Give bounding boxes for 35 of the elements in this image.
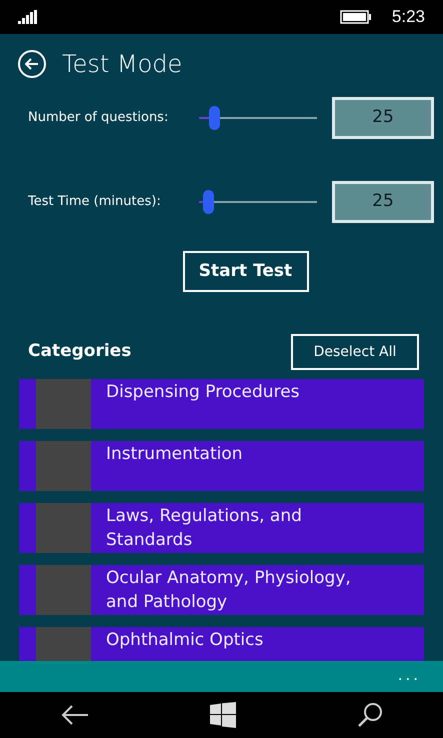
- start-test-button[interactable]: Start Test: [182, 251, 308, 292]
- category-label: Ophthalmic Optics: [105, 629, 264, 652]
- deselect-all-button[interactable]: Deselect All: [291, 334, 419, 370]
- category-label: Laws, Regulations, and Standards: [105, 505, 303, 552]
- value-field[interactable]: 25: [332, 97, 434, 139]
- back-arrow-icon: [25, 58, 39, 70]
- category-item[interactable]: Instrumentation: [19, 441, 424, 491]
- category-item[interactable]: Ocular Anatomy, Physiology, and Pathology: [19, 565, 424, 615]
- category-item[interactable]: Dispensing Procedures: [19, 379, 424, 429]
- slider[interactable]: [196, 190, 320, 214]
- value-field[interactable]: 25: [332, 181, 434, 223]
- clock-time: 5:23: [392, 6, 425, 28]
- battery-icon: [340, 10, 372, 24]
- checkbox[interactable]: [36, 441, 91, 491]
- slider[interactable]: [196, 106, 320, 130]
- more-button[interactable]: ...: [398, 665, 421, 685]
- category-item[interactable]: Laws, Regulations, and Standards: [19, 503, 424, 553]
- category-item[interactable]: Ophthalmic Optics: [19, 627, 424, 661]
- category-label: Dispensing Procedures: [105, 381, 301, 404]
- category-label: Ocular Anatomy, Physiology, and Pathology: [105, 567, 352, 614]
- back-icon[interactable]: [60, 704, 88, 726]
- search-icon[interactable]: [356, 702, 382, 728]
- page-title: Test Mode: [62, 49, 182, 80]
- slider-thumb[interactable]: [209, 106, 220, 130]
- checkbox[interactable]: [36, 565, 91, 615]
- slider-thumb[interactable]: [203, 190, 214, 214]
- back-button[interactable]: [18, 50, 46, 78]
- setting-label: Number of questions:: [28, 109, 170, 128]
- signal-icon: [18, 10, 38, 24]
- categories-heading: Categories: [28, 340, 132, 364]
- setting-label: Test Time (minutes):: [28, 193, 162, 212]
- checkbox[interactable]: [36, 379, 91, 429]
- checkbox[interactable]: [36, 503, 91, 553]
- windows-icon[interactable]: [210, 702, 236, 728]
- category-label: Instrumentation: [105, 443, 244, 466]
